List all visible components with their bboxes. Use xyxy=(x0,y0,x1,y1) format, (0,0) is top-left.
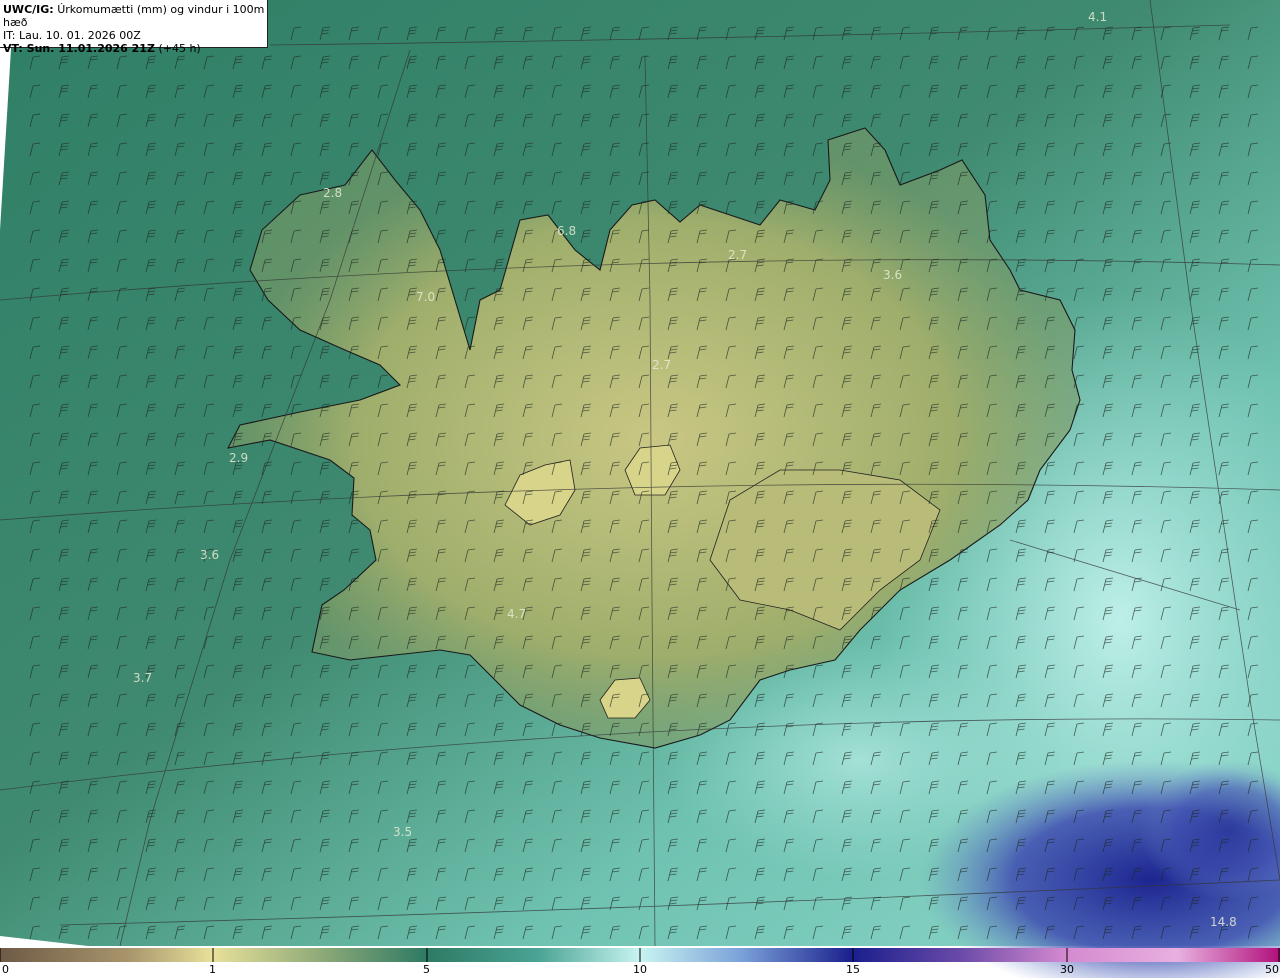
max-label: 4.1 xyxy=(1088,10,1108,24)
max-label: 3.6 xyxy=(883,268,903,282)
colorbar-tick-label: 50 xyxy=(1265,963,1279,976)
colorbar-tick-label: 1 xyxy=(209,963,216,976)
colorbar-tick-label: 15 xyxy=(846,963,860,976)
colorbar-labels: 0 1 5 10 15 30 50 xyxy=(0,962,1280,978)
max-label: 2.8 xyxy=(323,186,343,200)
max-label: 2.9 xyxy=(229,451,249,465)
max-label: 4.7 xyxy=(507,607,527,621)
lead-time: (+45 h) xyxy=(158,42,201,55)
max-label: 6.8 xyxy=(557,224,577,238)
max-label: 2.7 xyxy=(652,358,672,372)
max-label: 14.8 xyxy=(1210,915,1237,929)
map-canvas xyxy=(0,0,1280,978)
max-label: 2.7 xyxy=(728,248,748,262)
colorbar-tick-label: 0 xyxy=(2,963,9,976)
colorbar-tick-label: 30 xyxy=(1060,963,1074,976)
init-time: IT: Lau. 10. 01. 2026 00Z xyxy=(3,29,141,42)
colorbar-tick-label: 5 xyxy=(423,963,430,976)
map-header: UWC/IG: Úrkomumætti (mm) og vindur i 100… xyxy=(0,0,268,55)
max-label: 3.6 xyxy=(200,548,220,562)
max-label: 3.5 xyxy=(393,825,413,839)
max-label: 3.7 xyxy=(133,671,153,685)
max-label: 7.0 xyxy=(416,290,436,304)
product-code: UWC/IG: xyxy=(3,3,54,16)
valid-time: VT: Sun. 11.01.2026 21Z xyxy=(3,42,155,55)
forecast-map-view: UWC/IG: Úrkomumætti (mm) og vindur i 100… xyxy=(0,0,1280,978)
colorbar-tick-label: 10 xyxy=(633,963,647,976)
